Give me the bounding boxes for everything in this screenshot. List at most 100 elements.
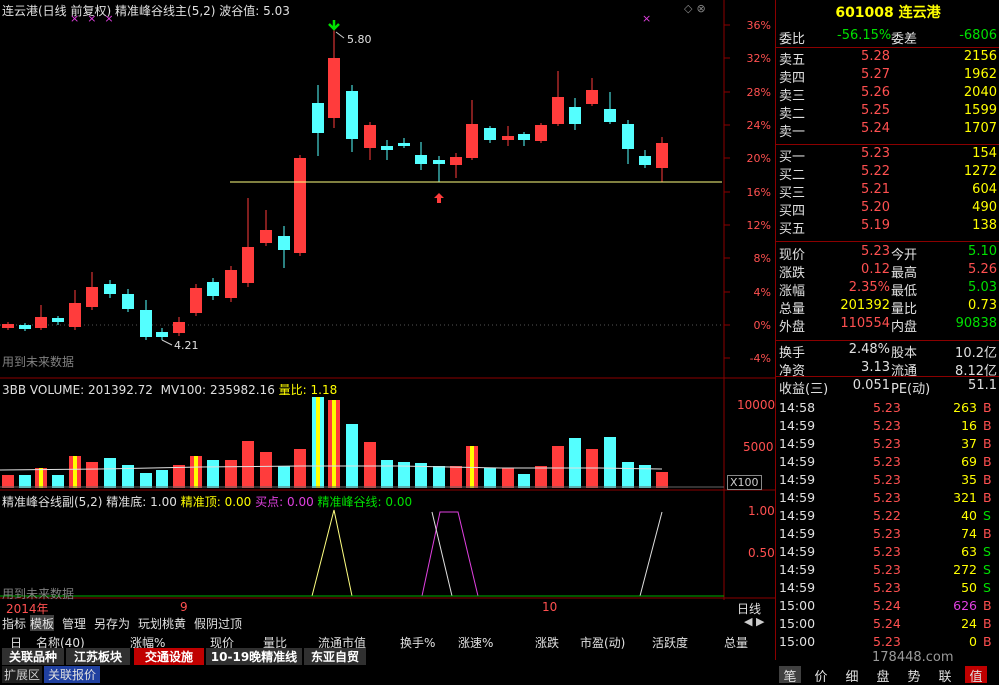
tick-time: 14:59 bbox=[779, 454, 816, 469]
buy-price[interactable]: 5.20 bbox=[839, 200, 890, 215]
tick-side: B bbox=[983, 490, 992, 505]
tick-row: 14:59 5.23 50 S bbox=[777, 580, 999, 598]
tick-row: 15:00 5.24 24 B bbox=[777, 616, 999, 634]
buy-signal-line bbox=[421, 511, 479, 597]
candle-body bbox=[450, 157, 462, 165]
sell-price[interactable]: 5.28 bbox=[839, 49, 890, 64]
right-tab-2[interactable]: 细 bbox=[841, 666, 863, 685]
candle-body bbox=[122, 294, 134, 309]
tick-price: 5.22 bbox=[873, 508, 901, 523]
candle-body bbox=[52, 318, 64, 322]
buy-volume: 154 bbox=[972, 146, 997, 161]
top-value: 0.00 bbox=[224, 495, 252, 509]
sell-price[interactable]: 5.25 bbox=[839, 103, 890, 118]
stat-row: 涨跌 0.12 最高 5.26 bbox=[777, 262, 999, 281]
column-9[interactable]: 市盈(动) bbox=[580, 634, 625, 651]
candle-body bbox=[173, 322, 185, 333]
tick-side: B bbox=[983, 472, 992, 487]
stat-label: 内盘 bbox=[891, 320, 918, 335]
tab-extend[interactable]: 扩展区 bbox=[2, 666, 42, 683]
panel-separator bbox=[775, 144, 999, 145]
volume-bar bbox=[260, 452, 272, 488]
volume-bar bbox=[622, 462, 634, 488]
buy-value: 0.00 bbox=[287, 495, 314, 509]
volume-bar bbox=[278, 466, 290, 488]
column-8[interactable]: 涨跌 bbox=[535, 634, 559, 651]
buy-price[interactable]: 5.19 bbox=[839, 218, 890, 233]
tick-side: B bbox=[983, 454, 992, 469]
right-tab-6[interactable]: 值 bbox=[965, 666, 987, 685]
tab-related-quote[interactable]: 关联报价 bbox=[44, 666, 100, 683]
volume-bar bbox=[104, 458, 116, 488]
stat-label: PE(动) bbox=[891, 382, 931, 397]
stat-row: 总量 201392 量比 0.73 bbox=[777, 298, 999, 317]
toolbar-4[interactable]: 玩划桃黄 bbox=[138, 615, 186, 631]
stat-value: 8.12亿 bbox=[955, 364, 997, 379]
sector-tab-3[interactable]: 10-19晚精准线 bbox=[206, 648, 302, 665]
tick-side: B bbox=[983, 526, 992, 541]
tick-price: 5.23 bbox=[873, 544, 901, 559]
candle-body bbox=[569, 107, 581, 124]
sell-price[interactable]: 5.26 bbox=[839, 85, 890, 100]
volume-bar bbox=[86, 462, 98, 488]
sell-price[interactable]: 5.24 bbox=[839, 121, 890, 136]
peak-arrow-icon bbox=[328, 20, 340, 31]
sector-tab-0[interactable]: 关联品种 bbox=[2, 648, 64, 665]
sub-axis-05: 0.50 bbox=[748, 546, 775, 560]
tick-time: 14:59 bbox=[779, 580, 816, 595]
toolbar-2[interactable]: 管理 bbox=[62, 615, 86, 631]
volume-bar bbox=[586, 449, 598, 488]
stat-value: 10.2亿 bbox=[955, 346, 997, 361]
stat-row: 涨幅 2.35% 最低 5.03 bbox=[777, 280, 999, 299]
buy-label: 买点: bbox=[255, 495, 284, 509]
stat-row: 净资 3.13 流通 8.12亿 bbox=[777, 360, 999, 379]
stock-name: 连云港 bbox=[898, 5, 941, 21]
toolbar-3[interactable]: 另存为 bbox=[94, 615, 130, 631]
tick-volume: 35 bbox=[961, 472, 977, 487]
sub-title[interactable]: 精准峰谷线副(5,2) bbox=[2, 495, 102, 509]
main-indicator-name[interactable]: 精准峰谷线主(5,2) bbox=[115, 4, 215, 18]
toolbar-1[interactable]: 模板 bbox=[30, 615, 55, 631]
candle-body bbox=[604, 109, 616, 122]
mv-label: MV100: bbox=[160, 383, 207, 397]
volume-value: 201392.72 bbox=[88, 383, 153, 397]
tick-side: S bbox=[983, 580, 991, 595]
column-11[interactable]: 总量 bbox=[724, 634, 748, 651]
sell-price[interactable]: 5.27 bbox=[839, 67, 890, 82]
candle-body bbox=[19, 325, 31, 329]
wave-label: 波谷值: bbox=[219, 4, 260, 18]
tick-volume: 626 bbox=[953, 598, 977, 613]
kline-chart[interactable]: 36% 32% 28% 24% 20% 16% 12% 8% 4% 0% -4% 5.80 4.21 bbox=[0, 0, 775, 600]
stat-label: 总量 bbox=[779, 302, 806, 317]
buy-arrow-icon bbox=[434, 193, 444, 203]
tick-row: 15:00 5.24 626 B bbox=[777, 598, 999, 616]
buy-price[interactable]: 5.22 bbox=[839, 164, 890, 179]
candle-body bbox=[381, 146, 393, 150]
panel-border bbox=[775, 0, 776, 660]
tick-time: 15:00 bbox=[779, 598, 816, 613]
tick-volume: 74 bbox=[961, 526, 977, 541]
right-tab-3[interactable]: 盘 bbox=[872, 666, 894, 685]
tick-row: 14:59 5.23 16 B bbox=[777, 418, 999, 436]
column-7[interactable]: 涨速% bbox=[458, 634, 493, 651]
stock-title: 601008 连云港 bbox=[777, 2, 999, 22]
toolbar-5[interactable]: 假阴过顶 bbox=[194, 615, 242, 631]
right-tab-5[interactable]: 联 bbox=[934, 666, 956, 685]
toolbar-0[interactable]: 指标 bbox=[2, 615, 26, 631]
window-control-icons[interactable]: ◇⊗ bbox=[684, 2, 710, 15]
sector-tab-1[interactable]: 江苏板块 bbox=[66, 648, 130, 665]
tick-volume: 63 bbox=[961, 544, 977, 559]
scroll-arrows[interactable]: ◀ ▶ bbox=[744, 615, 772, 631]
column-6[interactable]: 换手% bbox=[400, 634, 435, 651]
sector-tab-4[interactable]: 东亚自贸 bbox=[304, 648, 366, 665]
buy-price[interactable]: 5.23 bbox=[839, 146, 890, 161]
volume-bar-highlight bbox=[73, 456, 77, 488]
right-tab-4[interactable]: 势 bbox=[903, 666, 925, 685]
column-10[interactable]: 活跃度 bbox=[652, 634, 688, 651]
sector-tab-2[interactable]: 交通设施 bbox=[134, 648, 204, 665]
buy-price[interactable]: 5.21 bbox=[839, 182, 890, 197]
tick-time: 14:59 bbox=[779, 490, 816, 505]
right-tab-1[interactable]: 价 bbox=[810, 666, 832, 685]
right-tab-0[interactable]: 笔 bbox=[779, 666, 801, 685]
tick-side: S bbox=[983, 544, 991, 559]
